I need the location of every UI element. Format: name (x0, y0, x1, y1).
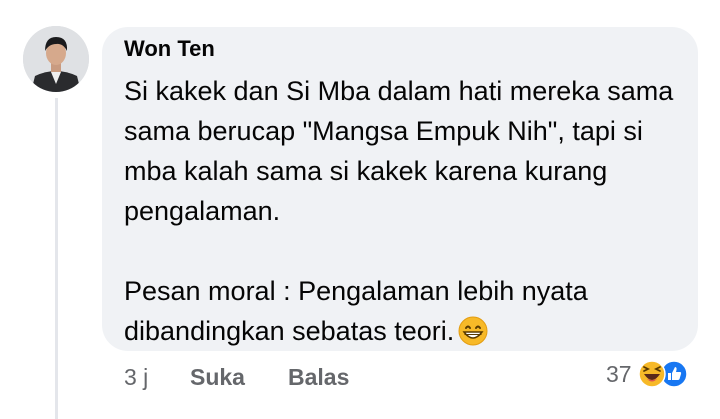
avatar[interactable] (23, 26, 89, 92)
grinning-face-icon (458, 316, 488, 357)
comment-timestamp[interactable]: 3 j (124, 364, 148, 391)
reaction-summary[interactable]: 37 (606, 360, 688, 388)
comment-bubble: Won Ten Si kakek dan Si Mba dalam hati m… (102, 27, 698, 351)
comment-paragraph-moral: Pesan moral : Pengalaman lebih nyata dib… (124, 271, 684, 357)
haha-reaction-icon (637, 360, 666, 388)
reaction-count: 37 (606, 360, 632, 387)
thread-line (55, 98, 58, 419)
comment-text: Si kakek dan Si Mba dalam hati mereka sa… (124, 71, 684, 357)
like-button[interactable]: Suka (190, 364, 245, 391)
comment-author[interactable]: Won Ten (124, 36, 215, 62)
comment-paragraph-moral-text: Pesan moral : Pengalaman lebih nyata dib… (124, 276, 588, 346)
comment-paragraph: Si kakek dan Si Mba dalam hati mereka sa… (124, 76, 674, 226)
reply-button[interactable]: Balas (288, 364, 349, 391)
